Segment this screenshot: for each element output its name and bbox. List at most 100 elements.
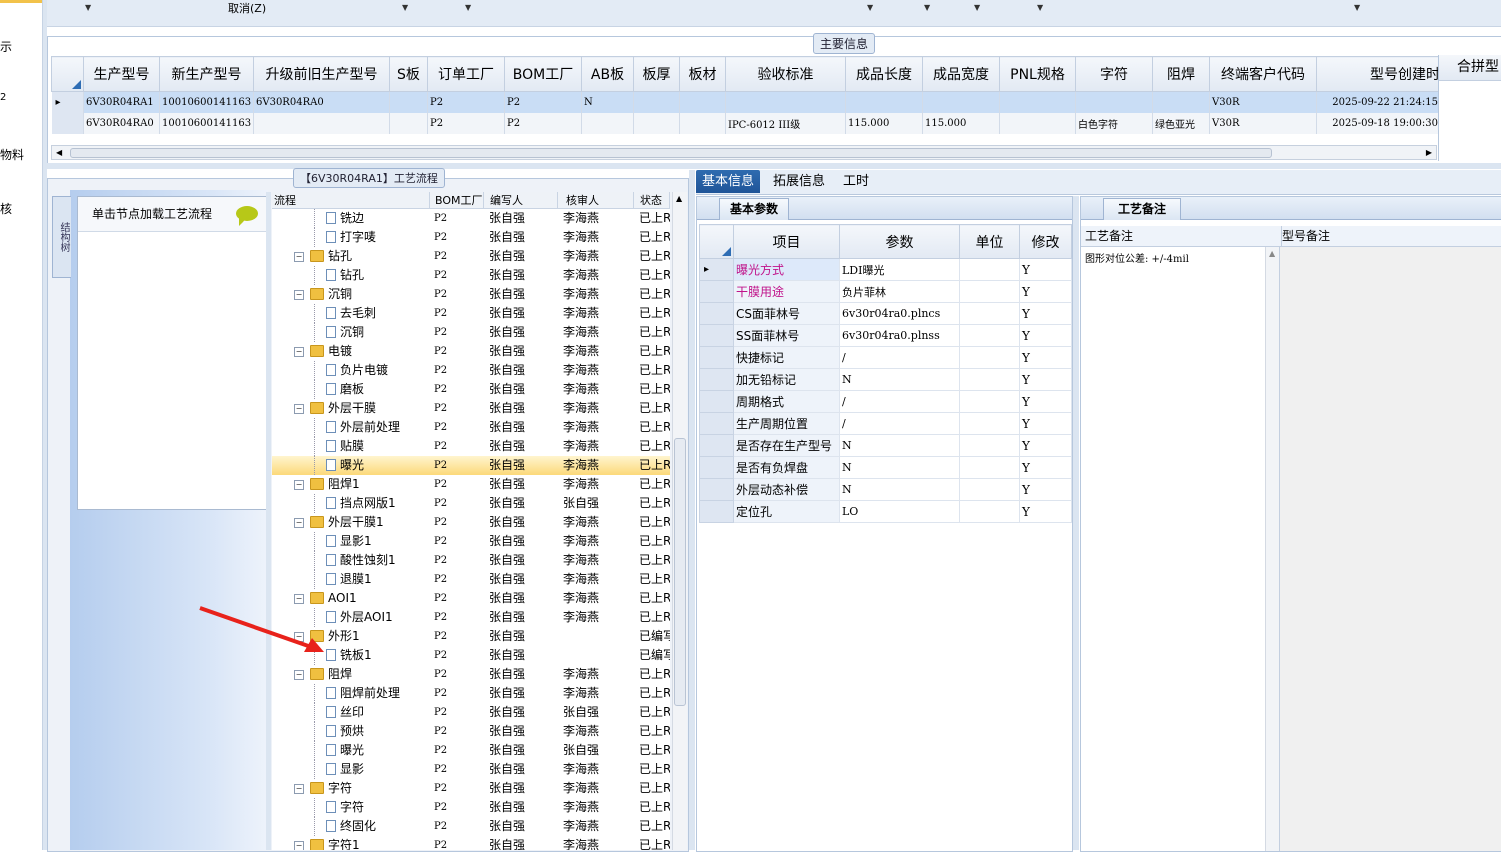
tree-node[interactable]: 丝印 <box>326 703 428 722</box>
table-cell[interactable] <box>922 91 1000 113</box>
table-cell[interactable]: P2 <box>504 113 582 134</box>
table-cell[interactable]: P2 <box>427 113 505 134</box>
param-value[interactable]: LDI曝光 <box>839 258 960 281</box>
collapse-icon[interactable]: − <box>294 347 304 357</box>
main-grid-hscroll-thumb[interactable] <box>70 148 1272 158</box>
tree-node[interactable]: 字符1 <box>310 836 428 850</box>
col-header[interactable]: 验收标准 <box>725 56 846 92</box>
table-cell[interactable] <box>1152 91 1210 113</box>
tree-node[interactable]: 酸性蚀刻1 <box>326 551 428 570</box>
param-row[interactable]: 是否有负焊盘 N Y <box>699 456 1072 479</box>
tree-row[interactable]: 终固化 P2 张自强 李海燕 已上R <box>272 817 670 836</box>
scroll-right-icon[interactable]: ▶ <box>1426 146 1432 159</box>
tree-row[interactable]: 显影 P2 张自强 李海燕 已上R <box>272 760 670 779</box>
cancel-button[interactable]: 取消(Z) <box>228 0 266 16</box>
tree-node[interactable]: 外层前处理 <box>326 418 428 437</box>
param-row[interactable]: CS面菲林号 6v30r04ra0.plncs Y <box>699 302 1072 325</box>
table-cell[interactable]: 6V30R04RA0 <box>83 113 160 134</box>
tab-working-hours[interactable]: 工时 <box>837 170 875 193</box>
scroll-up-icon[interactable]: ▲ <box>676 194 682 203</box>
basic-params-title[interactable]: 基本参数 <box>719 198 790 220</box>
table-cell[interactable]: 白色字符 <box>1075 113 1153 134</box>
left-nav-item[interactable]: 示 <box>0 38 12 55</box>
param-edit[interactable]: Y <box>1019 302 1072 325</box>
param-row[interactable]: 生产周期位置 / Y <box>699 412 1072 435</box>
param-row[interactable]: SS面菲林号 6v30r04ra0.plnss Y <box>699 324 1072 347</box>
col-header[interactable]: 生产型号 <box>83 56 160 92</box>
tree-node[interactable]: 电镀 <box>310 342 428 361</box>
tree-row[interactable]: − 电镀 P2 张自强 李海燕 已上R <box>272 342 670 361</box>
main-grid-hscrollbar[interactable]: ◀ ▶ <box>51 145 1437 160</box>
param-value[interactable]: N <box>839 368 960 391</box>
table-cell[interactable]: 10010600141163 <box>159 113 254 134</box>
table-cell[interactable]: V30R <box>1209 91 1317 113</box>
collapse-icon[interactable]: − <box>294 290 304 300</box>
param-row-header[interactable] <box>699 346 734 369</box>
param-unit[interactable] <box>959 412 1020 435</box>
param-row[interactable]: ▸ 曝光方式 LDI曝光 Y <box>699 258 1072 281</box>
tree-row[interactable]: 负片电镀 P2 张自强 李海燕 已上R <box>272 361 670 380</box>
param-unit[interactable] <box>959 302 1020 325</box>
tree-node[interactable]: 钻孔 <box>326 266 428 285</box>
table-cell[interactable] <box>389 91 428 113</box>
dropdown-arrow-icon[interactable]: ▼ <box>1037 3 1043 12</box>
collapse-icon[interactable]: − <box>294 480 304 490</box>
param-row-header[interactable] <box>699 280 734 303</box>
col-header[interactable]: S板 <box>389 56 428 92</box>
tree-row[interactable]: 显影1 P2 张自强 李海燕 已上R <box>272 532 670 551</box>
table-cell[interactable]: 2025-09-22 21:24:15 <box>1316 91 1441 113</box>
tree-row[interactable]: − 阻焊1 P2 张自强 李海燕 已上R <box>272 475 670 494</box>
col-header[interactable]: BOM工厂 <box>504 56 582 92</box>
table-cell[interactable] <box>633 113 680 134</box>
table-cell[interactable]: 10010600141163 <box>159 91 254 113</box>
tree-node[interactable]: 铣板1 <box>326 646 428 665</box>
table-cell[interactable] <box>679 91 726 113</box>
param-row-header[interactable] <box>699 434 734 457</box>
tree-col-header[interactable]: BOM工厂 <box>430 192 484 209</box>
tree-node[interactable]: 阻焊 <box>310 665 428 684</box>
tree-node[interactable]: 磨板 <box>326 380 428 399</box>
col-header[interactable]: 成品宽度 <box>922 56 1000 92</box>
dropdown-arrow-icon[interactable]: ▼ <box>85 3 91 12</box>
tree-node[interactable]: 阻焊前处理 <box>326 684 428 703</box>
select-all-corner[interactable] <box>51 56 84 92</box>
tree-row[interactable]: 去毛刺 P2 张自强 李海燕 已上R <box>272 304 670 323</box>
tree-node[interactable]: 外层AOI1 <box>326 608 428 627</box>
row-header[interactable]: ▸ <box>51 91 84 113</box>
param-row-header[interactable] <box>699 478 734 501</box>
tree-node[interactable]: 显影1 <box>326 532 428 551</box>
dropdown-arrow-icon[interactable]: ▼ <box>465 3 471 12</box>
param-unit[interactable] <box>959 324 1020 347</box>
tree-node[interactable]: 预烘 <box>326 722 428 741</box>
param-row-header[interactable] <box>699 302 734 325</box>
col-header[interactable]: 阻焊 <box>1152 56 1210 92</box>
param-row[interactable]: 干膜用途 负片菲林 Y <box>699 280 1072 303</box>
tree-node[interactable]: 铣边 <box>326 209 428 228</box>
param-row-header[interactable] <box>699 412 734 435</box>
table-cell[interactable] <box>999 91 1076 113</box>
tree-row[interactable]: − 字符1 P2 张自强 李海燕 已上R <box>272 836 670 850</box>
left-nav-item[interactable]: 核 <box>0 200 12 217</box>
params-col-header[interactable]: 单位 <box>959 224 1020 259</box>
scroll-left-icon[interactable]: ◀ <box>56 146 62 159</box>
tree-row[interactable]: − 字符 P2 张自强 李海燕 已上R <box>272 779 670 798</box>
col-header[interactable]: 型号创建时 <box>1316 56 1441 92</box>
param-edit[interactable]: Y <box>1019 280 1072 303</box>
table-cell[interactable]: 6V30R04RA1 <box>83 91 160 113</box>
tree-row[interactable]: 挡点网版1 P2 张自强 张自强 已上R <box>272 494 670 513</box>
dropdown-arrow-icon[interactable]: ▼ <box>974 3 980 12</box>
param-value[interactable]: / <box>839 412 960 435</box>
param-edit[interactable]: Y <box>1019 346 1072 369</box>
tree-node[interactable]: 负片电镀 <box>326 361 428 380</box>
table-cell[interactable] <box>1075 91 1153 113</box>
table-cell[interactable]: P2 <box>427 91 505 113</box>
tree-row[interactable]: 曝光 P2 张自强 张自强 已上R <box>272 741 670 760</box>
left-nav-item[interactable]: 物料 <box>0 146 24 163</box>
notes-splitter[interactable] <box>1073 196 1079 850</box>
param-row[interactable]: 是否存在生产型号 N Y <box>699 434 1072 457</box>
params-corner[interactable] <box>699 224 734 259</box>
col-header[interactable]: PNL规格 <box>999 56 1076 92</box>
params-col-header[interactable]: 项目 <box>733 224 840 259</box>
tree-row[interactable]: 外层前处理 P2 张自强 李海燕 已上R <box>272 418 670 437</box>
dropdown-arrow-icon[interactable]: ▼ <box>924 3 930 12</box>
